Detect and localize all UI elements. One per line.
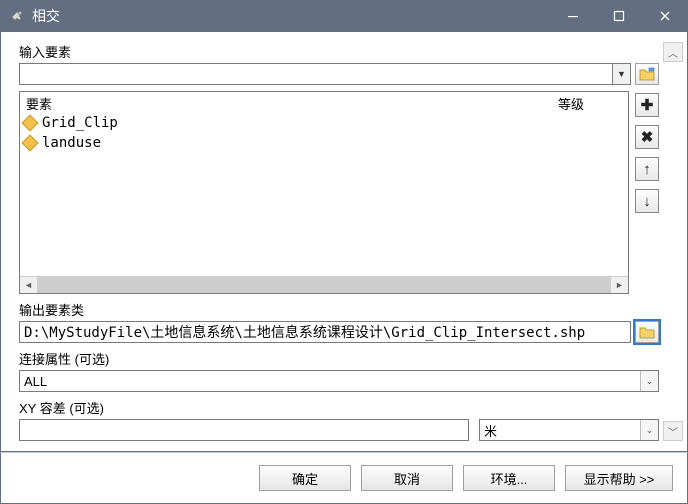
feature-name: landuse <box>42 135 101 151</box>
input-features-label: 输入要素 <box>19 42 659 61</box>
scroll-left-icon[interactable]: ◄ <box>20 277 37 293</box>
xy-tol-label: XY 容差 (可选) <box>19 398 659 417</box>
scroll-down-icon[interactable]: ﹀ <box>663 421 683 441</box>
column-element: 要素 <box>20 94 558 113</box>
chevron-down-icon[interactable]: ⌄ <box>640 420 658 440</box>
hammer-icon <box>8 7 26 25</box>
scroll-right-icon[interactable]: ► <box>611 277 628 293</box>
v-scrollbar[interactable] <box>663 62 683 421</box>
remove-button[interactable]: ✖ <box>635 125 659 149</box>
browse-input-button[interactable] <box>635 63 659 85</box>
maximize-button[interactable] <box>596 0 642 32</box>
add-button[interactable]: ✚ <box>635 93 659 117</box>
ok-button[interactable]: 确定 <box>259 465 351 491</box>
show-help-button[interactable]: 显示帮助 >> <box>565 465 673 491</box>
minimize-button[interactable] <box>550 0 596 32</box>
join-attr-label: 连接属性 (可选) <box>19 349 659 368</box>
join-attr-select[interactable]: ALL ⌄ <box>19 370 659 392</box>
features-list: 要素 等级 Grid_Clip landuse <box>19 91 629 294</box>
list-item[interactable]: Grid_Clip <box>20 113 628 133</box>
feature-name: Grid_Clip <box>42 115 118 131</box>
xy-tol-field[interactable] <box>19 419 469 441</box>
input-features-combo[interactable]: ▼ <box>19 63 631 85</box>
column-rank: 等级 <box>558 94 628 113</box>
browse-output-button[interactable] <box>635 321 659 343</box>
feature-icon <box>22 115 39 132</box>
close-button[interactable] <box>642 0 688 32</box>
h-scrollbar[interactable] <box>37 277 611 293</box>
move-up-button[interactable]: ↑ <box>635 157 659 181</box>
xy-unit-value: 米 <box>484 421 497 440</box>
scroll-up-icon[interactable]: ︿ <box>663 42 683 62</box>
join-attr-value: ALL <box>24 374 47 389</box>
cancel-button[interactable]: 取消 <box>361 465 453 491</box>
output-path-field[interactable] <box>19 321 631 343</box>
list-item[interactable]: landuse <box>20 133 628 153</box>
input-features-field[interactable] <box>20 64 612 84</box>
dropdown-icon[interactable]: ▼ <box>612 64 630 84</box>
xy-unit-select[interactable]: 米 ⌄ <box>479 419 659 441</box>
move-down-button[interactable]: ↓ <box>635 189 659 213</box>
output-fc-label: 输出要素类 <box>19 300 659 319</box>
environment-button[interactable]: 环境... <box>463 465 555 491</box>
window-title: 相交 <box>32 6 550 26</box>
chevron-down-icon[interactable]: ⌄ <box>640 371 658 391</box>
feature-icon <box>22 135 39 152</box>
